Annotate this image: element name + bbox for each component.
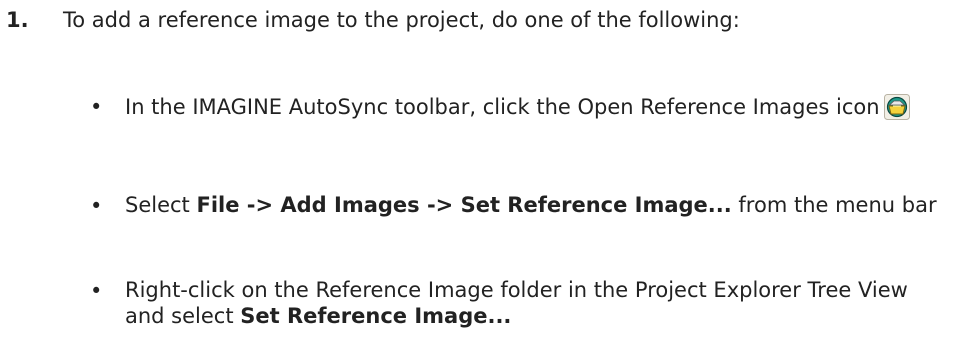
bullet-marker: • <box>90 95 103 119</box>
bullet-text-plain: In the IMAGINE AutoSync toolbar, click t… <box>125 95 880 119</box>
bullet-marker: • <box>90 279 103 303</box>
step-text: To add a reference image to the project,… <box>63 8 740 32</box>
step-number: 1. <box>6 8 29 32</box>
bullet-text: In the IMAGINE AutoSync toolbar, click t… <box>125 85 945 130</box>
bullet-text: Right-click on the Reference Image folde… <box>125 277 945 329</box>
menu-path: File -> Add Images -> Set Reference Imag… <box>196 193 732 217</box>
bullet-text-plain: from the menu bar <box>731 193 937 217</box>
open-reference-images-icon <box>883 91 910 120</box>
bullet-marker: • <box>90 194 103 218</box>
command-name: Set Reference Image... <box>240 304 512 328</box>
bullet-text-plain: Select <box>125 193 197 217</box>
bullet-text: Select File -> Add Images -> Set Referen… <box>125 192 945 218</box>
